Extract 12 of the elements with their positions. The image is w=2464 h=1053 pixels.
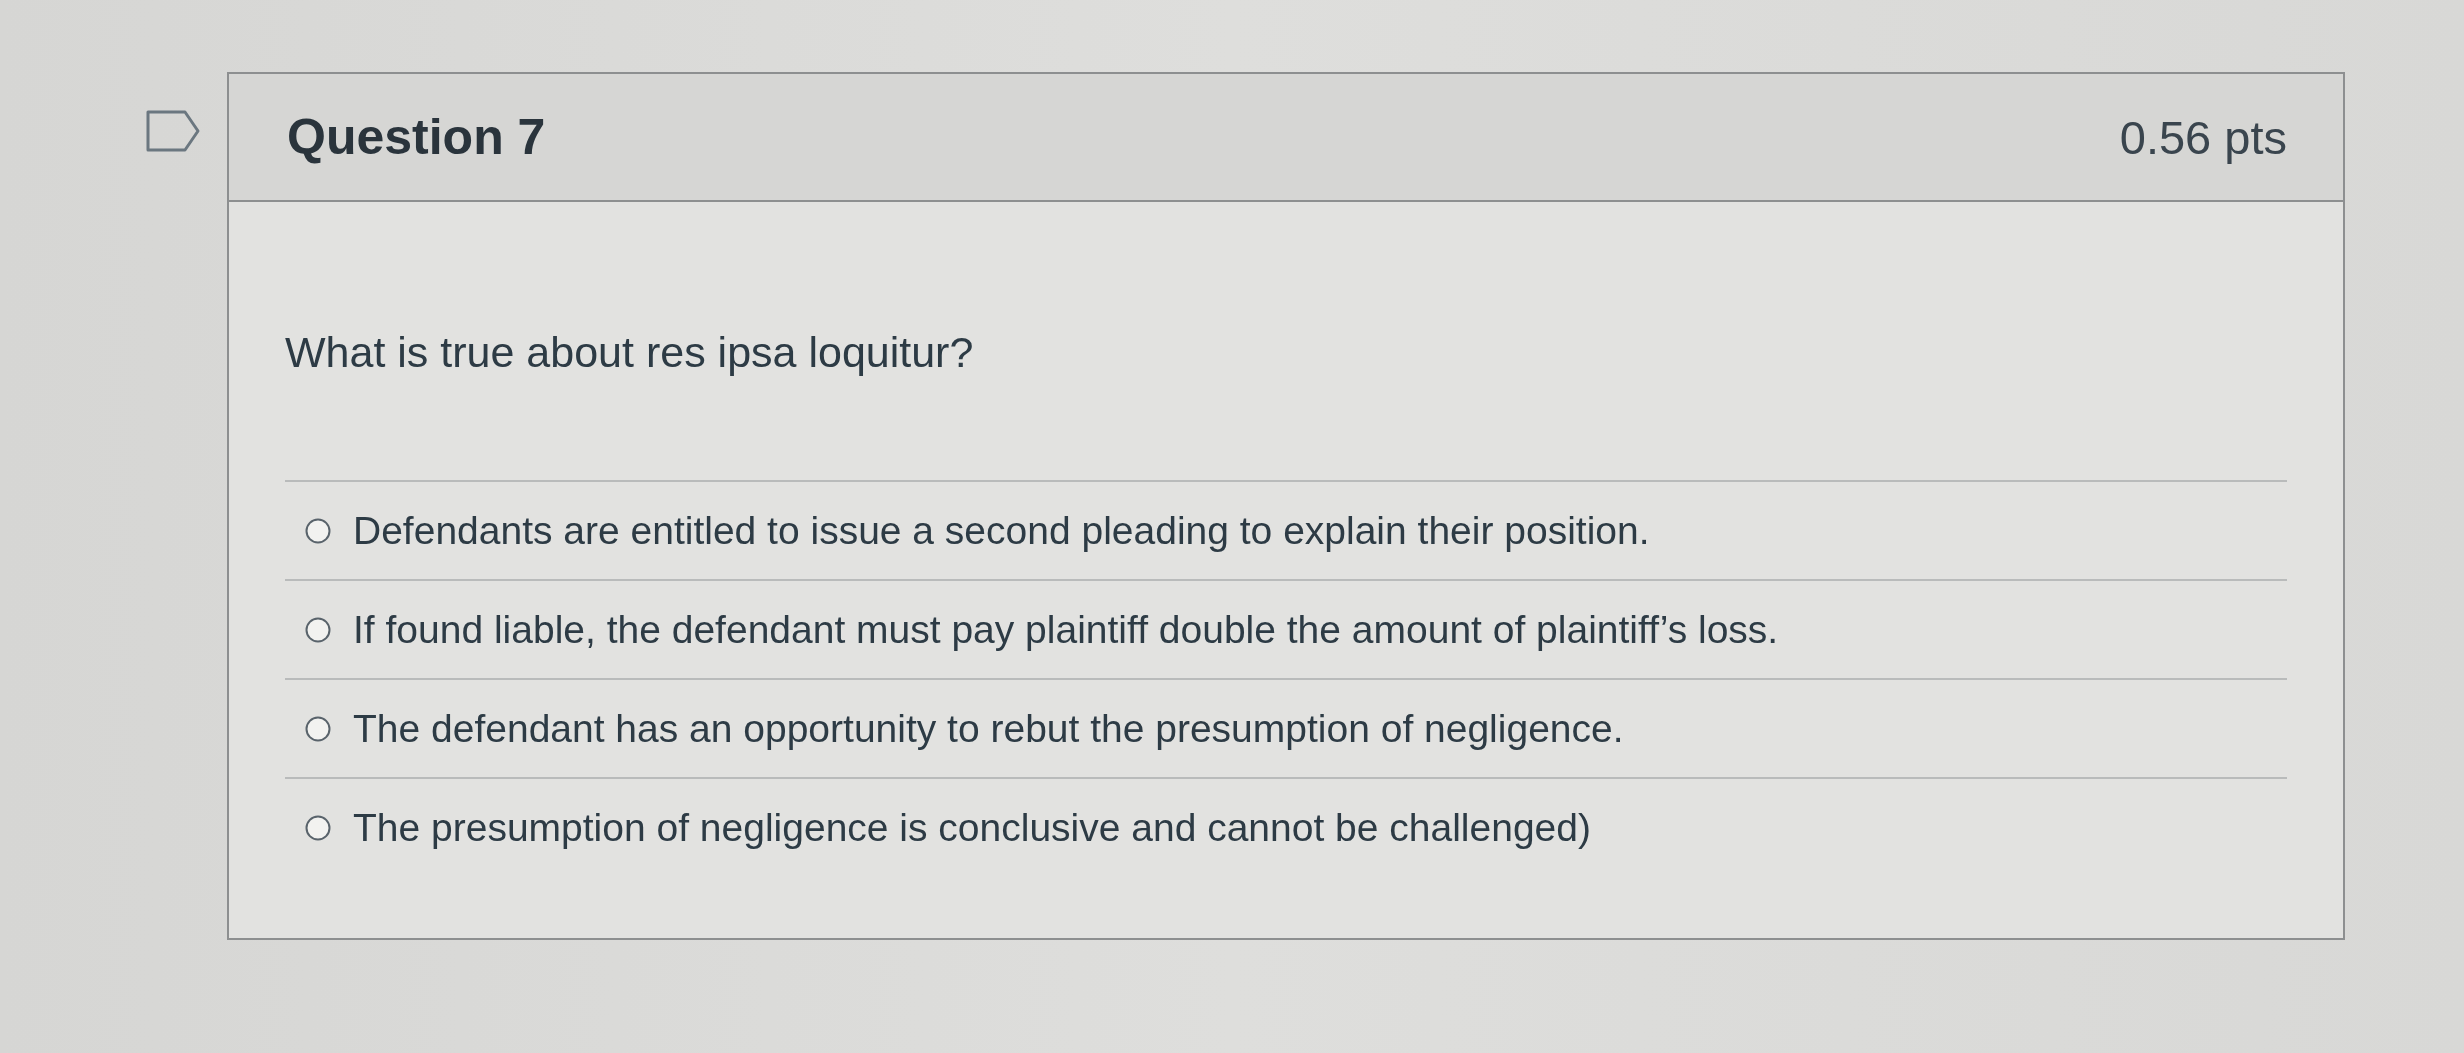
answer-option[interactable]: If found liable, the defendant must pay plaintiff double the amount of plaintiff’s loss. <box>285 581 2287 680</box>
radio-button-icon[interactable] <box>305 715 331 742</box>
question-text: What is true about res ipsa loquitur? <box>285 328 974 376</box>
radio-button-icon[interactable] <box>305 814 331 841</box>
radio-button-icon[interactable] <box>305 517 331 544</box>
flag-question-icon[interactable] <box>145 109 201 153</box>
radio-button-icon[interactable] <box>305 616 331 643</box>
answer-option[interactable]: The defendant has an opportunity to rebut the presumption of negligence. <box>285 680 2287 779</box>
answer-option[interactable]: The presumption of negligence is conclusive and cannot be challenged) <box>285 779 2287 876</box>
question-points: 0.56 pts <box>2119 109 2287 165</box>
answer-option[interactable]: Defendants are entitled to issue a second pleading to explain their position. <box>285 482 2287 581</box>
question-title: Question 7 <box>287 108 546 166</box>
